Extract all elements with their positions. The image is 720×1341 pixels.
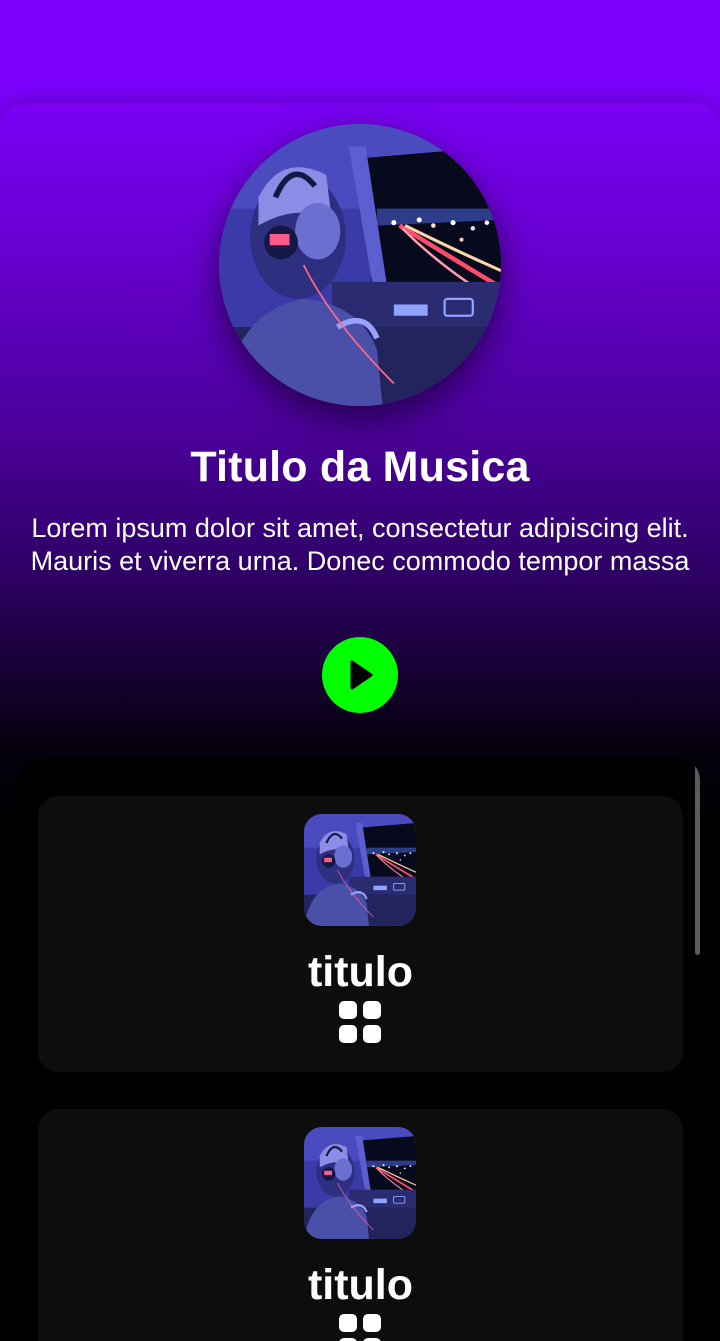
playlist-item[interactable]: titulo [38,1109,683,1341]
grid-icon[interactable] [339,1314,381,1341]
track-thumbnail [304,814,416,926]
playlist-scrollbar[interactable] [695,760,700,955]
playlist-item[interactable]: titulo [38,796,683,1072]
song-description: Lorem ipsum dolor sit amet, consectetur … [30,513,690,576]
album-cover-image [219,124,501,406]
track-title: titulo [307,1261,414,1309]
play-icon [350,660,373,690]
track-thumbnail [304,1127,416,1239]
play-button[interactable] [322,637,398,713]
player-card: Titulo da Musica Lorem ipsum dolor sit a… [0,103,720,1341]
playlist[interactable]: titulo titulo [20,758,700,1341]
track-title: titulo [307,948,414,996]
song-title: Titulo da Musica [190,443,530,491]
grid-icon[interactable] [339,1001,381,1043]
